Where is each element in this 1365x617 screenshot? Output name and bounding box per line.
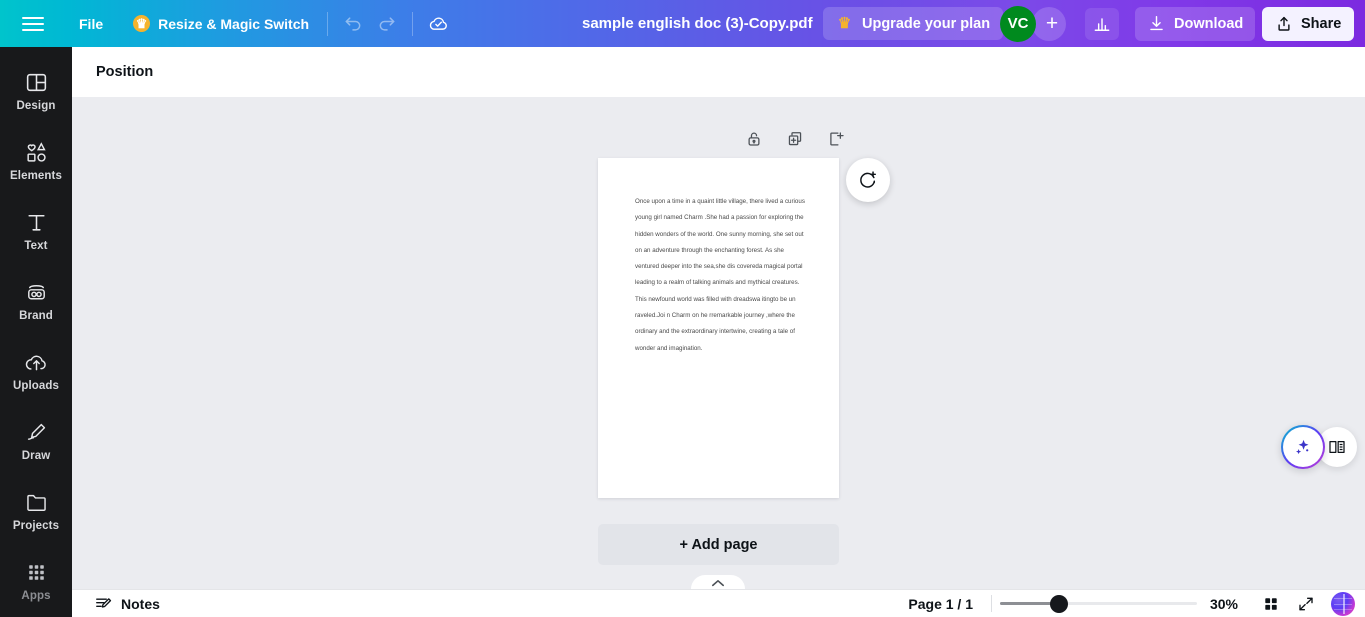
notes-edit-icon [96,598,112,608]
notes-label: Notes [121,595,160,612]
object-toolbar: Position [72,47,1365,97]
sidebar-item-elements[interactable]: Elements [4,131,68,188]
redo-icon[interactable] [370,8,404,40]
sidebar-item-draw[interactable]: Draw [4,411,68,468]
sidebar-item-uploads[interactable]: Uploads [4,341,68,398]
projects-folder-icon [24,490,49,515]
document-body-text[interactable]: Once upon a time in a quaint little vill… [635,194,805,357]
upgrade-plan-label: Upgrade your plan [862,15,991,32]
notes-button[interactable]: Notes [86,589,168,617]
sidebar-label-text: Text [24,240,48,252]
canva-editor-window: File ♛ Resize & Magic Switch sample engl… [0,0,1365,617]
sidebar-item-design[interactable]: Design [4,61,68,118]
document-title[interactable]: sample english doc (3)-Copy.pdf [572,9,823,38]
sidebar-label-elements: Elements [10,170,62,182]
collaborators-group: VC + [1000,5,1066,42]
crown-icon-upgrade: ♛ [837,15,852,32]
expand-arrows-icon[interactable] [1291,592,1321,616]
sidebar-label-apps: Apps [21,590,51,602]
chevron-up-icon[interactable] [691,575,745,589]
grid-view-icon[interactable] [1256,592,1286,616]
text-t-icon [24,210,49,235]
sidebar-label-brand: Brand [19,310,53,322]
add-collaborator-button[interactable]: + [1032,6,1066,41]
resize-magic-switch-label: Resize & Magic Switch [158,15,310,32]
add-page-button[interactable]: + Add page [598,524,839,565]
cloud-check-icon[interactable] [421,8,455,40]
file-menu-button[interactable]: File [69,8,113,40]
sidebar-item-text[interactable]: Text [4,201,68,258]
bar-chart-icon[interactable] [1085,7,1119,40]
file-menu-label: File [79,15,104,32]
share-button[interactable]: Share [1262,6,1355,41]
floating-assistant-group [1281,425,1357,469]
bottom-status-bar: Notes Page 1 / 1 30% [72,589,1365,617]
sidebar-item-projects[interactable]: Projects [4,481,68,538]
apps-grid-icon [24,560,49,585]
zoom-slider-thumb[interactable] [1050,594,1068,613]
sidebar-item-apps[interactable]: Apps [4,551,68,608]
sidebar-label-uploads: Uploads [12,380,60,392]
share-label: Share [1301,15,1342,32]
resize-magic-switch-button[interactable]: ♛ Resize & Magic Switch [123,8,319,40]
upgrade-plan-button[interactable]: ♛ Upgrade your plan [823,7,1004,40]
page-indicator[interactable]: Page 1 / 1 [898,591,983,617]
zoom-slider[interactable] [1000,594,1197,613]
header-divider-2 [412,11,414,36]
ai-brain-icon[interactable] [1331,591,1355,616]
document-page-1[interactable]: Once upon a time in a quaint little vill… [598,158,839,498]
duplicate-plus-icon[interactable] [781,125,808,152]
share-upload-icon [1278,16,1290,31]
bottom-divider [991,595,992,612]
zoom-level-value[interactable]: 30% [1197,591,1251,617]
lock-icon[interactable] [740,125,767,152]
draw-pen-icon [24,420,49,445]
design-panels-icon [24,70,49,95]
elements-shapes-icon [24,140,49,165]
top-header-bar: File ♛ Resize & Magic Switch sample engl… [0,0,1365,47]
uploads-cloud-icon [24,350,49,375]
position-button[interactable]: Position [88,58,161,86]
undo-icon[interactable] [336,8,370,40]
add-comment-icon[interactable] [846,158,890,202]
design-canvas[interactable]: Once upon a time in a quaint little vill… [72,97,1365,589]
download-icon [1150,16,1163,31]
hamburger-menu-icon[interactable] [22,13,44,35]
download-button[interactable]: Download [1135,6,1256,41]
sidebar-label-draw: Draw [21,450,51,462]
header-divider-1 [327,11,329,36]
page-tools-group [740,125,849,152]
brand-icon [24,280,49,305]
bottom-right-controls: Page 1 / 1 30% [898,591,1365,617]
download-label: Download [1174,15,1244,32]
avatar[interactable]: VC [1000,5,1036,42]
add-page-icon[interactable] [822,125,849,152]
crown-icon: ♛ [133,15,151,32]
magic-sparkle-icon[interactable] [1281,425,1325,469]
sidebar-label-projects: Projects [12,520,60,532]
sidebar-label-design: Design [16,100,56,112]
left-sidebar: Design Elements Text Brand Uploads Draw … [0,47,72,617]
sidebar-item-brand[interactable]: Brand [4,271,68,328]
